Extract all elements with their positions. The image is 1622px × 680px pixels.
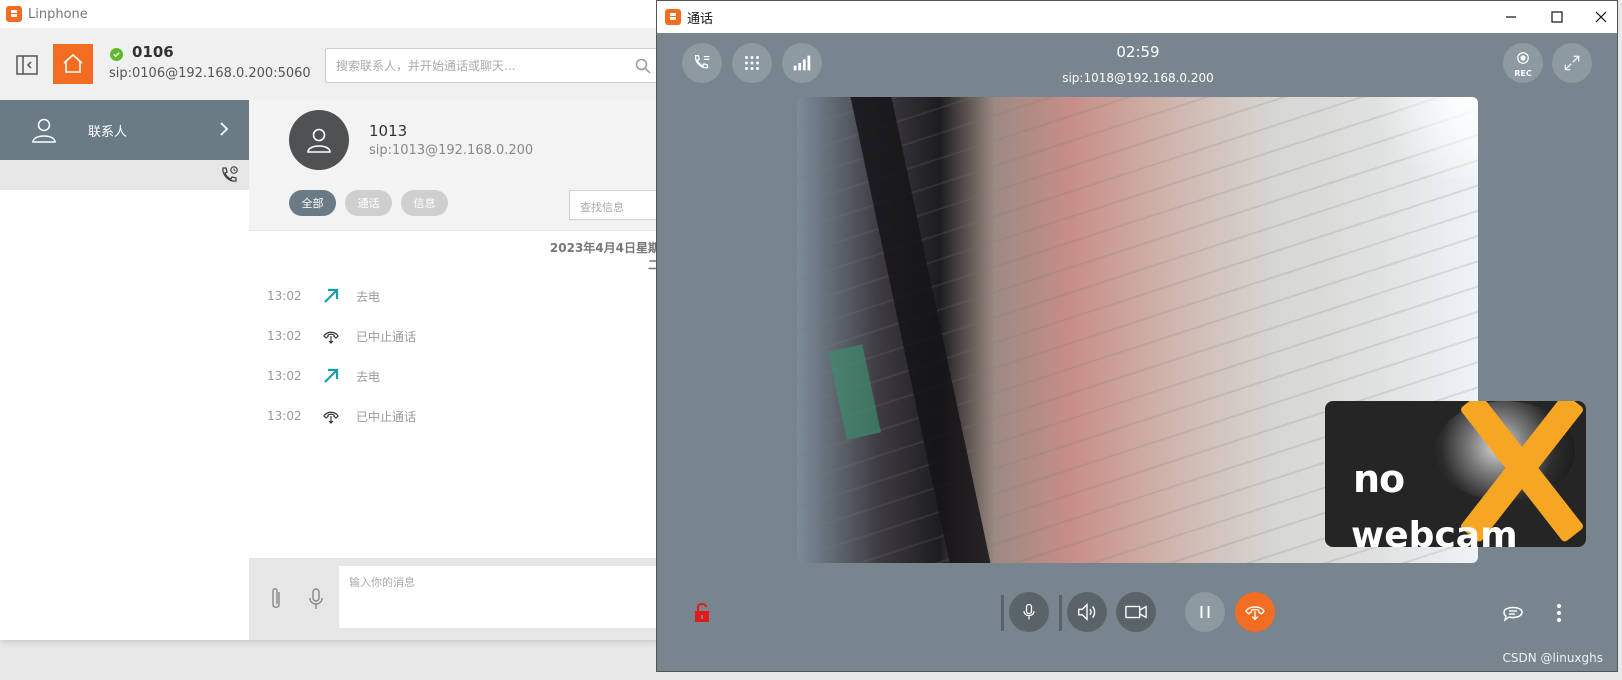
account-sip-address: sip:0106@192.168.0.200:5060 <box>109 66 311 81</box>
sidebar-subrow <box>0 160 249 190</box>
attachment-icon[interactable] <box>267 586 285 612</box>
microphone-button[interactable] <box>1009 592 1049 632</box>
hangup-icon <box>1244 606 1266 621</box>
account-name: 0106 <box>132 43 174 61</box>
call-titlebar: 通话 <box>657 1 1617 33</box>
remote-sip-address: sip:1018@192.168.0.200 <box>1062 71 1214 85</box>
event-time: 13:02 <box>267 289 302 303</box>
linphone-logo-icon <box>665 9 681 25</box>
sidebar-item-label: 联系人 <box>88 124 128 140</box>
contact-header: 1013 sip:1013@192.168.0.200 全部 通话 信息 查找信… <box>249 100 660 230</box>
fullscreen-icon <box>1564 55 1580 71</box>
presence-status-icon <box>110 48 123 61</box>
call-aborted-icon <box>322 327 340 345</box>
filter-calls[interactable]: 通话 <box>345 190 392 216</box>
avatar <box>289 110 349 170</box>
main-window-title: Linphone <box>28 6 88 22</box>
more-options-icon[interactable] <box>1545 599 1573 627</box>
history-event: 13:02 去电 <box>267 366 380 386</box>
contact-name: 1013 <box>369 122 408 140</box>
no-webcam-text-1: no <box>1353 457 1405 501</box>
linphone-logo-icon <box>6 6 22 22</box>
home-icon <box>63 53 83 73</box>
event-time: 13:02 <box>267 369 302 383</box>
record-button[interactable]: REC <box>1503 43 1543 83</box>
search-icon[interactable] <box>635 58 651 74</box>
pause-button[interactable] <box>1185 592 1225 632</box>
main-titlebar: Linphone <box>0 0 659 28</box>
microphone-icon <box>1023 603 1035 620</box>
event-text: 已中止通话 <box>356 329 417 344</box>
event-text: 已中止通话 <box>356 409 417 424</box>
chat-icon[interactable] <box>1499 599 1527 627</box>
user-avatar-icon <box>307 128 331 153</box>
local-video-preview: no webcam <box>1325 401 1586 547</box>
minimize-icon[interactable] <box>1501 7 1521 27</box>
call-aborted-icon <box>322 407 340 425</box>
voice-message-icon[interactable] <box>307 586 325 612</box>
history-event: 13:02 已中止通话 <box>267 406 416 426</box>
close-icon[interactable] <box>1591 7 1611 27</box>
home-button[interactable] <box>53 44 93 84</box>
maximize-icon[interactable] <box>1547 7 1567 27</box>
history-date: 2023年4月4日星期二 <box>549 241 660 272</box>
find-message-input[interactable]: 查找信息 <box>569 190 660 220</box>
outgoing-call-icon <box>322 287 340 305</box>
event-text: 去电 <box>356 369 381 384</box>
call-window-title: 通话 <box>687 11 714 27</box>
filter-messages[interactable]: 信息 <box>401 190 448 216</box>
filter-all[interactable]: 全部 <box>289 190 336 216</box>
hangup-button[interactable] <box>1235 592 1275 632</box>
history-date-separator: 2023年4月4日星期二 <box>249 230 660 272</box>
speaker-icon <box>1078 603 1096 621</box>
call-history-icon[interactable] <box>219 165 239 185</box>
camera-button[interactable] <box>1116 592 1156 632</box>
record-icon <box>1517 52 1529 64</box>
record-label: REC <box>1514 69 1532 78</box>
pause-icon <box>1200 606 1210 618</box>
event-time: 13:02 <box>267 329 302 343</box>
watermark-text: CSDN @linuxghs <box>1502 651 1603 665</box>
event-text: 去电 <box>356 289 381 304</box>
call-duration: 02:59 <box>1116 43 1160 61</box>
contacts-icon <box>30 116 58 144</box>
call-window: 通话 02:59 sip:1018@192.168.0.200 REC no w… <box>656 0 1618 672</box>
search-field[interactable] <box>325 48 660 83</box>
search-input[interactable] <box>326 49 616 82</box>
history-event: 13:02 已中止通话 <box>267 326 416 346</box>
linphone-main-window: Linphone 0106 sip:0106@192.168.0.200:506… <box>0 0 660 640</box>
fullscreen-button[interactable] <box>1552 43 1592 83</box>
unlocked-encryption-icon[interactable] <box>693 601 711 623</box>
message-input[interactable] <box>339 566 660 628</box>
contact-sip-address: sip:1013@192.168.0.200 <box>369 143 534 158</box>
speaker-button[interactable] <box>1067 592 1107 632</box>
history-event: 13:02 去电 <box>267 286 380 306</box>
no-webcam-text-2: webcam <box>1351 515 1518 547</box>
sidebar-toggle-icon[interactable] <box>16 54 38 76</box>
sidebar-item-contacts[interactable]: 联系人 <box>0 100 249 160</box>
event-time: 13:02 <box>267 409 302 423</box>
chevron-right-icon <box>215 120 233 138</box>
video-camera-icon <box>1125 605 1147 619</box>
outgoing-call-icon <box>322 367 340 385</box>
message-composer <box>249 558 660 640</box>
main-header: 0106 sip:0106@192.168.0.200:5060 <box>0 28 660 100</box>
